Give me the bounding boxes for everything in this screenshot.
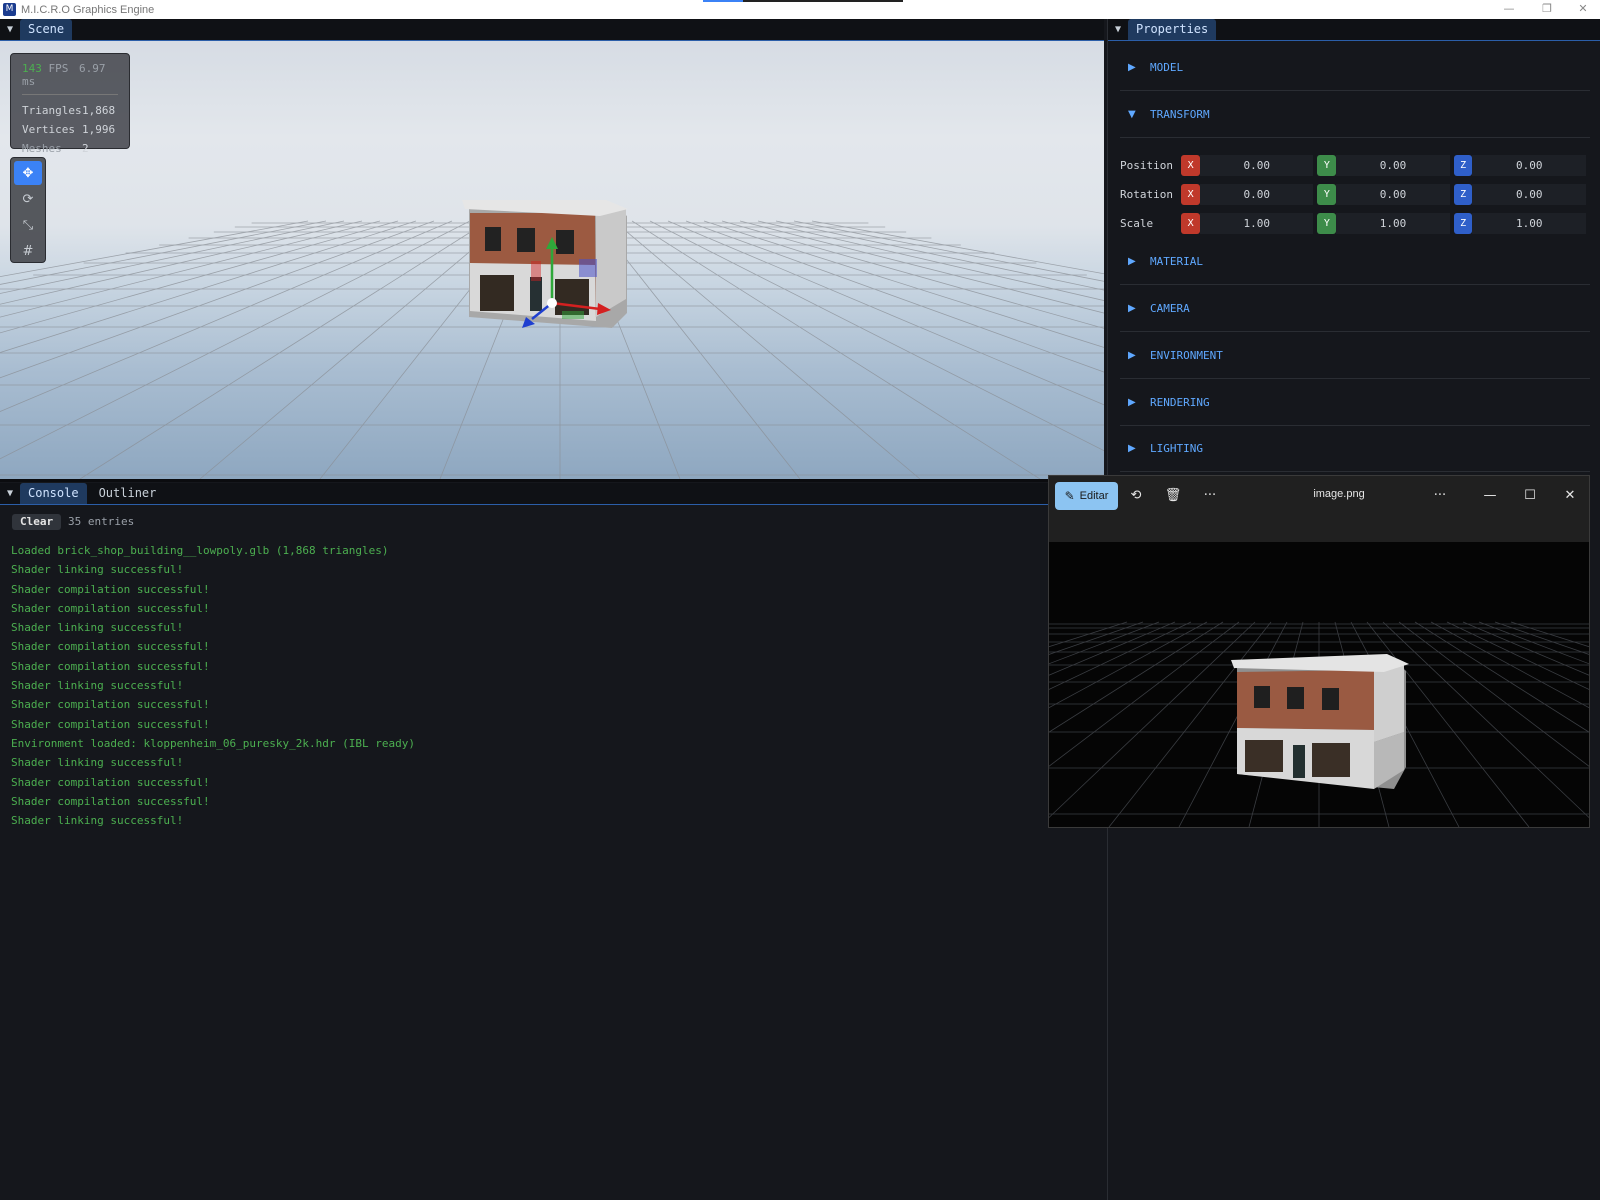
fps-readout: 143 FPS 6.97 ms bbox=[22, 62, 106, 88]
axis-y-badge: Y bbox=[1317, 212, 1337, 234]
stat-meshes: Meshes 2 bbox=[22, 142, 89, 155]
position-x-field[interactable]: 0.00 bbox=[1199, 154, 1314, 176]
log-line: Shader compilation successful! bbox=[11, 659, 210, 673]
log-line: Shader linking successful! bbox=[11, 621, 184, 635]
section-environment[interactable]: ▶ ENVIRONMENT bbox=[1120, 333, 1590, 379]
rotate-tool-icon[interactable]: ⟳ bbox=[14, 187, 42, 211]
expand-arrow-icon: ▶ bbox=[1128, 350, 1136, 361]
panel-menu-icon[interactable]: ▼ bbox=[0, 18, 20, 40]
image-viewer-window: ✎ Editar ⟲ 🗑 ··· image.png ··· — ☐ ✕ bbox=[1048, 475, 1590, 828]
more-options-icon[interactable]: ··· bbox=[1199, 485, 1221, 507]
collapse-arrow-icon: ▼ bbox=[1128, 109, 1136, 120]
position-y-field[interactable]: 0.00 bbox=[1336, 154, 1450, 176]
panel-splitter[interactable] bbox=[0, 479, 1048, 482]
viewport-render bbox=[0, 200, 1104, 479]
position-z-field[interactable]: 0.00 bbox=[1472, 154, 1586, 176]
log-line: Environment loaded: kloppenheim_06_pures… bbox=[11, 736, 415, 750]
image-preview bbox=[1049, 542, 1589, 827]
log-line: Shader compilation successful! bbox=[11, 698, 210, 712]
axis-y-badge: Y bbox=[1317, 154, 1337, 176]
window-titlebar: M M.I.C.R.O Graphics Engine — ❐ ✕ bbox=[0, 0, 1600, 19]
section-camera[interactable]: ▶ CAMERA bbox=[1120, 286, 1590, 332]
tab-properties[interactable]: Properties bbox=[1128, 19, 1217, 40]
expand-arrow-icon: ▶ bbox=[1128, 443, 1136, 454]
log-line: Shader linking successful! bbox=[11, 679, 184, 693]
section-material[interactable]: ▶ MATERIAL bbox=[1120, 239, 1590, 285]
grid-toggle-icon[interactable]: # bbox=[14, 239, 42, 263]
image-viewer-toolbar: ✎ Editar ⟲ 🗑 ··· image.png ··· — ☐ ✕ bbox=[1049, 476, 1589, 516]
window-minimize-button[interactable]: — bbox=[1492, 0, 1526, 19]
gizmo-toolbar: ✥ ⟳ ⤡ # bbox=[10, 157, 46, 263]
rotation-y-field[interactable]: 0.00 bbox=[1336, 183, 1450, 205]
tab-console[interactable]: Console bbox=[20, 483, 87, 504]
axis-z-badge: Z bbox=[1453, 154, 1473, 176]
rotate-icon[interactable]: ⟲ bbox=[1125, 485, 1147, 507]
console-log: Loaded brick_shop_building__lowpoly.glb … bbox=[11, 541, 415, 830]
console-panel: Clear 35 entries Loaded brick_shop_build… bbox=[0, 506, 1104, 1200]
clear-button[interactable]: Clear bbox=[12, 514, 62, 530]
scene-tabbar: ▼ Scene bbox=[0, 19, 1104, 41]
stat-triangles: Triangles 1,868 bbox=[22, 104, 116, 117]
log-line: Shader linking successful! bbox=[11, 814, 184, 828]
rotation-row: Rotation X 0.00 Y 0.00 Z 0.00 bbox=[1120, 183, 1590, 205]
window-close-button[interactable]: ✕ bbox=[1566, 0, 1600, 19]
tab-outliner[interactable]: Outliner bbox=[91, 483, 165, 504]
expand-arrow-icon: ▶ bbox=[1128, 256, 1136, 267]
image-filename: image.png bbox=[1313, 488, 1365, 500]
scale-tool-icon[interactable]: ⤡ bbox=[14, 213, 42, 237]
log-line: Shader compilation successful! bbox=[11, 582, 210, 596]
position-row: Position X 0.00 Y 0.00 Z 0.00 bbox=[1120, 154, 1590, 176]
section-rendering[interactable]: ▶ RENDERING bbox=[1120, 380, 1590, 426]
expand-arrow-icon: ▶ bbox=[1128, 303, 1136, 314]
log-line: Loaded brick_shop_building__lowpoly.glb … bbox=[11, 544, 389, 557]
log-line: Shader compilation successful! bbox=[11, 794, 210, 808]
close-button[interactable]: ✕ bbox=[1559, 485, 1581, 507]
console-tabbar: ▼ Console Outliner bbox=[0, 483, 1104, 505]
rotation-x-field[interactable]: 0.00 bbox=[1199, 183, 1314, 205]
log-line: Shader compilation successful! bbox=[11, 640, 210, 654]
axis-x-badge: X bbox=[1181, 183, 1200, 205]
more-options-icon[interactable]: ··· bbox=[1429, 485, 1451, 507]
titlebar-progress-accent bbox=[703, 0, 903, 2]
panel-menu-icon[interactable]: ▼ bbox=[0, 482, 20, 504]
scene-viewport[interactable]: 143 FPS 6.97 ms Triangles 1,868 Vertices… bbox=[0, 41, 1104, 479]
expand-arrow-icon: ▶ bbox=[1128, 62, 1136, 73]
stats-divider bbox=[22, 94, 118, 95]
window-title: M.I.C.R.O Graphics Engine bbox=[21, 3, 155, 16]
log-line: Shader linking successful! bbox=[11, 756, 184, 770]
edit-image-icon: ✎ bbox=[1064, 489, 1075, 503]
axis-y-badge: Y bbox=[1317, 183, 1337, 205]
entries-count: 35 entries bbox=[68, 515, 135, 528]
stat-vertices: Vertices 1,996 bbox=[22, 123, 116, 136]
axis-z-badge: Z bbox=[1453, 183, 1473, 205]
scale-z-field[interactable]: 1.00 bbox=[1472, 212, 1586, 234]
log-line: Shader compilation successful! bbox=[11, 775, 210, 789]
window-restore-button[interactable]: ❐ bbox=[1530, 0, 1564, 19]
delete-icon[interactable]: 🗑 bbox=[1162, 485, 1184, 507]
section-transform[interactable]: ▼ TRANSFORM bbox=[1120, 92, 1590, 138]
section-model[interactable]: ▶ MODEL bbox=[1120, 45, 1590, 91]
edit-button[interactable]: ✎ Editar bbox=[1055, 482, 1118, 510]
app-logo-icon: M bbox=[3, 3, 16, 16]
axis-x-badge: X bbox=[1181, 212, 1200, 234]
log-line: Shader compilation successful! bbox=[11, 717, 210, 731]
scale-y-field[interactable]: 1.00 bbox=[1336, 212, 1450, 234]
minimize-button[interactable]: — bbox=[1479, 485, 1501, 507]
log-line: Shader compilation successful! bbox=[11, 601, 210, 615]
properties-tabbar: ▼ Properties bbox=[1108, 19, 1600, 41]
section-lighting[interactable]: ▶ LIGHTING bbox=[1120, 426, 1590, 472]
scale-row: Scale X 1.00 Y 1.00 Z 1.00 bbox=[1120, 212, 1590, 234]
preview-render bbox=[1049, 621, 1589, 827]
panel-menu-icon[interactable]: ▼ bbox=[1108, 18, 1128, 40]
log-line: Shader linking successful! bbox=[11, 563, 184, 577]
scale-x-field[interactable]: 1.00 bbox=[1199, 212, 1314, 234]
stats-overlay: 143 FPS 6.97 ms Triangles 1,868 Vertices… bbox=[10, 53, 130, 155]
axis-x-badge: X bbox=[1181, 154, 1200, 176]
rotation-z-field[interactable]: 0.00 bbox=[1472, 183, 1586, 205]
maximize-button[interactable]: ☐ bbox=[1519, 485, 1541, 507]
axis-z-badge: Z bbox=[1453, 212, 1473, 234]
move-tool-icon[interactable]: ✥ bbox=[14, 161, 42, 185]
tab-scene[interactable]: Scene bbox=[20, 19, 73, 40]
expand-arrow-icon: ▶ bbox=[1128, 397, 1136, 408]
